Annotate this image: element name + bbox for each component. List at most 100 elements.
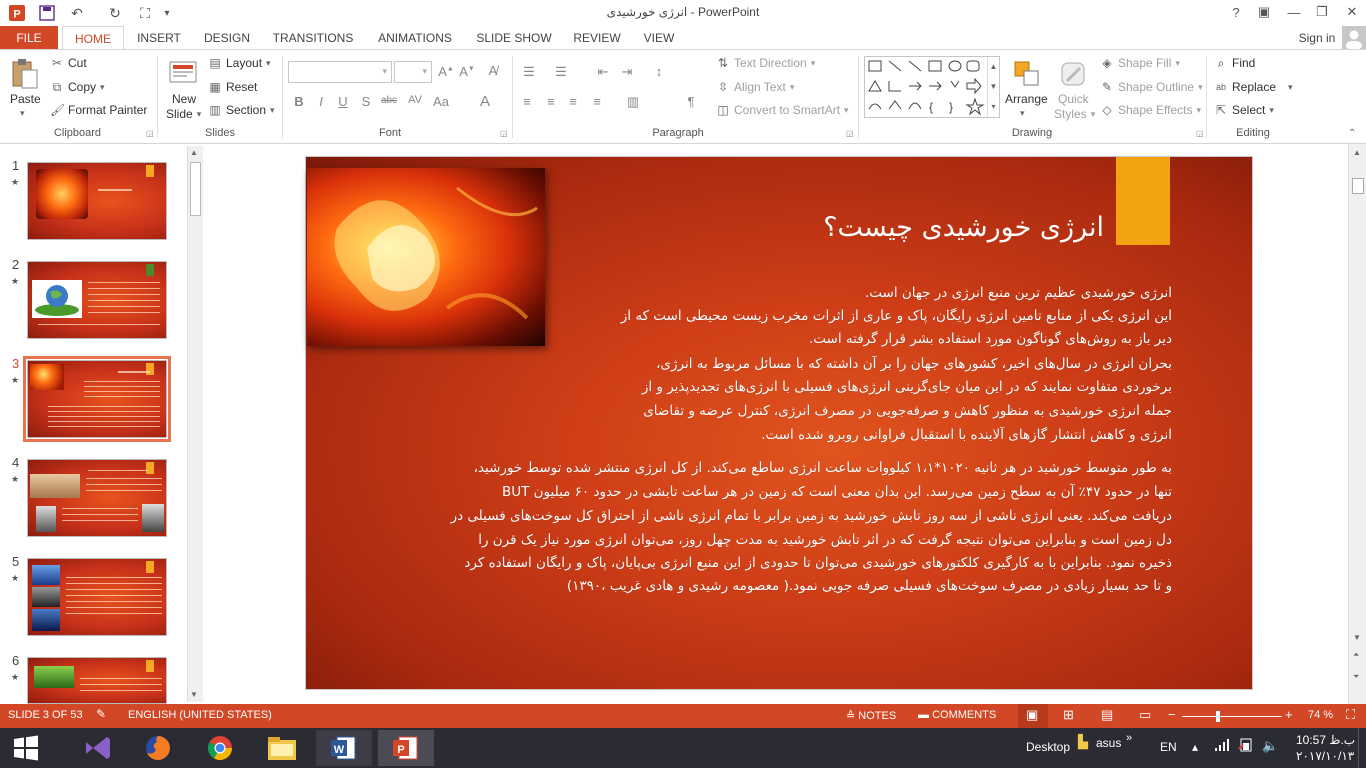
slide-sorter-icon[interactable]: ⊞ (1063, 707, 1074, 723)
tab-animations[interactable]: ANIMATIONS (370, 26, 460, 50)
chrome-icon[interactable] (192, 730, 248, 766)
user-toolbar[interactable]: asus (1096, 736, 1121, 750)
scroll-down-icon[interactable]: ▼ (190, 690, 198, 699)
close-button[interactable]: ✕ (1338, 0, 1366, 24)
tray-overflow-icon[interactable]: ▴ (1192, 740, 1198, 754)
layout-button[interactable]: ▤ Layout ▾ (208, 56, 270, 70)
zoom-out-button[interactable]: − (1168, 707, 1176, 722)
rtl-icon[interactable]: ¶ (682, 94, 700, 109)
paste-button[interactable]: Paste (10, 92, 41, 106)
find-button[interactable]: ⌕ Find (1214, 56, 1256, 70)
reading-view-icon[interactable]: ▤ (1101, 707, 1113, 723)
collapse-ribbon-icon[interactable]: ⌃ (1348, 128, 1356, 139)
strikethrough-button[interactable]: abc (378, 95, 400, 106)
clear-formatting-icon[interactable]: A̸ (484, 63, 502, 78)
slide-thumbnail-6[interactable] (27, 657, 167, 704)
body-text-line[interactable]: برخوردی متفاوت نمایند که در این میان جای… (642, 379, 1172, 395)
font-family-input[interactable]: ▾ (288, 61, 392, 83)
decrease-font-icon[interactable]: A▼ (458, 64, 476, 79)
format-painter-button[interactable]: 🖌 Format Painter (50, 103, 147, 117)
next-slide-icon[interactable]: ⏷ (1353, 672, 1359, 682)
drawing-launcher-icon[interactable]: ◲ (1196, 129, 1204, 138)
slide-thumbnail-1[interactable] (27, 162, 167, 240)
line-spacing-icon[interactable]: ↕ (650, 64, 668, 79)
tab-design[interactable]: DESIGN (196, 26, 258, 50)
justify-icon[interactable]: ≡ (588, 94, 606, 109)
previous-slide-icon[interactable]: ⏶ (1353, 650, 1359, 660)
slide-show-icon[interactable]: ▭ (1139, 707, 1151, 723)
shape-outline-button[interactable]: ✎ Shape Outline ▾ (1100, 80, 1203, 94)
avatar[interactable] (1342, 26, 1366, 50)
align-center-icon[interactable]: ≡ (542, 94, 560, 109)
scroll-up-icon[interactable]: ▲ (1353, 148, 1361, 157)
tab-insert[interactable]: INSERT (130, 26, 188, 50)
tab-transitions[interactable]: TRANSITIONS (268, 26, 358, 50)
align-right-icon[interactable]: ≡ (564, 94, 582, 109)
scrollbar-thumb[interactable] (190, 162, 201, 216)
firefox-icon[interactable] (130, 730, 186, 766)
tab-slide-show[interactable]: SLIDE SHOW (472, 26, 556, 50)
cut-button[interactable]: ✂ Cut (50, 56, 87, 70)
shape-effects-button[interactable]: ◇ Shape Effects ▾ (1100, 103, 1201, 117)
body-text-line[interactable]: این انرژی یکی از منابع تامین انرژی رایگا… (621, 308, 1172, 324)
new-slide-button[interactable]: Slide ▾ (166, 107, 201, 121)
shape-fill-button[interactable]: ◈ Shape Fill ▾ (1100, 56, 1180, 70)
user-folder-icon[interactable]: ▙ (1078, 734, 1088, 750)
fit-to-window-icon[interactable]: ⛶ (1346, 707, 1355, 723)
increase-indent-icon[interactable]: ⇥ (618, 64, 636, 80)
body-text-line[interactable]: بحران انرژی در سال‌های اخیر، کشورهای جها… (656, 356, 1172, 372)
windows-start-icon[interactable] (0, 730, 52, 766)
network-signal-icon[interactable] (1214, 738, 1230, 755)
help-button[interactable]: ? (1222, 0, 1250, 24)
notes-button[interactable]: ≙ NOTES (846, 709, 896, 722)
body-text-line[interactable]: جمله انرژی خورشیدی به منظور کاهش و صرفه‌… (643, 403, 1172, 419)
shapes-gallery[interactable]: { } ▲ ▼ ▾ (864, 56, 1000, 118)
zoom-level[interactable]: 74 % (1308, 709, 1333, 721)
italic-button[interactable]: I (312, 94, 330, 109)
convert-smartart-button[interactable]: ◫ Convert to SmartArt ▾ (716, 103, 848, 117)
underline-button[interactable]: U (334, 94, 352, 109)
font-launcher-icon[interactable]: ◲ (500, 129, 508, 138)
thumbnail-scrollbar[interactable]: ▲ ▼ (187, 146, 203, 702)
body-text-line[interactable]: دریافت می‌کند. یعنی انرژی ناشی از سه روز… (451, 508, 1172, 524)
slide-counter[interactable]: SLIDE 3 OF 53 (8, 709, 83, 721)
desktop-toolbar[interactable]: Desktop (1026, 740, 1070, 754)
slide-scrollbar[interactable]: ▲ ▼ ⏶ ⏷ (1348, 144, 1366, 704)
clipboard-launcher-icon[interactable]: ◲ (146, 129, 154, 138)
solar-flare-image[interactable] (307, 168, 545, 346)
replace-button[interactable]: ab Replace ▾ (1214, 80, 1293, 94)
zoom-in-button[interactable]: + (1285, 707, 1293, 722)
text-direction-button[interactable]: ⇅ Text Direction ▾ (716, 56, 815, 70)
bold-button[interactable]: B (290, 94, 308, 109)
scrollbar-thumb[interactable] (1352, 178, 1364, 194)
character-spacing-icon[interactable]: AV (404, 94, 426, 106)
body-text-line[interactable]: دیر باز به روش‌های گوناگون مورد استفاده … (809, 331, 1172, 347)
body-text-line[interactable]: به طور متوسط خورشید در هر ثانیه ۱۰۲۰*۱،۱… (474, 460, 1172, 476)
body-text-line[interactable]: انرژی خورشیدی عظیم ترین منبع انرژی در جه… (865, 285, 1172, 301)
copy-button[interactable]: ⧉ Copy ▾ (50, 80, 105, 94)
paste-icon[interactable] (8, 56, 42, 92)
shapes-gallery-scroll-icon[interactable]: ▲ ▼ ▾ (987, 57, 999, 117)
body-text-line[interactable]: تنها در حدود ۴۷٪ آن به سطح زمین می‌رسد. … (502, 484, 1172, 500)
align-text-button[interactable]: ⇳ Align Text ▾ (716, 80, 794, 94)
battery-icon[interactable] (1238, 738, 1254, 755)
tab-view[interactable]: VIEW (636, 26, 682, 50)
spell-check-icon[interactable]: ✎ (96, 707, 106, 721)
language-indicator[interactable]: ENGLISH (UNITED STATES) (128, 709, 272, 721)
visual-studio-icon[interactable] (70, 730, 126, 766)
minimize-button[interactable]: — (1280, 0, 1308, 24)
increase-font-icon[interactable]: A▲ (437, 64, 455, 79)
paragraph-launcher-icon[interactable]: ◲ (846, 129, 854, 138)
scroll-down-icon[interactable]: ▼ (1353, 633, 1361, 642)
clock-time[interactable]: 10:57 ب.ظ (1296, 733, 1355, 747)
zoom-slider-track[interactable] (1182, 716, 1282, 717)
columns-icon[interactable]: ▥ (624, 94, 642, 110)
volume-icon[interactable]: 🔈 (1262, 738, 1278, 754)
slide-thumbnail-2[interactable] (27, 261, 167, 339)
scroll-up-icon[interactable]: ▲ (190, 148, 198, 157)
new-slide-icon[interactable] (166, 56, 200, 90)
quick-styles-icon[interactable] (1056, 56, 1090, 92)
body-text-line[interactable]: و تا حد بسیار زیادی در مصرف سوخت‌های فسی… (567, 578, 1172, 594)
arrange-dropdown-icon[interactable]: ▾ (1020, 108, 1025, 119)
body-text-line[interactable]: ذخیره نمود. بنابراین با به کارگیری کلکتو… (464, 555, 1172, 571)
